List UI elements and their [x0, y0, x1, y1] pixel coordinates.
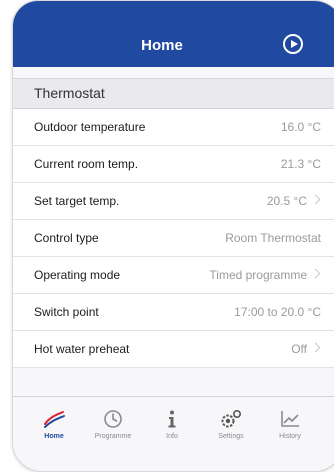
tab-label: Home [44, 433, 64, 440]
row-set-target-temp[interactable]: Set target temp. 20.5 °C [13, 183, 334, 220]
row-value: 16.0 °C [280, 120, 321, 134]
gears-icon [221, 409, 242, 428]
row-control-type: Control type Room Thermostat [13, 220, 334, 257]
tab-home[interactable]: Home [29, 409, 79, 440]
row-label: Operating mode [34, 268, 121, 282]
row-value: 20.5 °C [266, 194, 307, 208]
row-value: Timed programme [209, 268, 307, 282]
row-value: Room Thermostat [225, 231, 321, 245]
tab-settings[interactable]: Settings [206, 409, 256, 440]
section-title: Thermostat [34, 85, 105, 101]
tab-label: Programme [94, 433, 132, 440]
chevron-right-icon [310, 342, 321, 353]
row-value: Off [291, 342, 307, 356]
settings-list: Outdoor temperature 16.0 °C Current room… [13, 109, 334, 368]
app-screen: Home Thermostat Outdoor temperature 16.0… [12, 0, 334, 472]
row-value: 21.3 °C [280, 157, 321, 171]
row-hot-water-preheat[interactable]: Hot water preheat Off [13, 331, 334, 368]
navigation-bar: Home [13, 1, 334, 67]
section-header-thermostat: Thermostat [13, 78, 334, 109]
flame-lines-icon [44, 411, 65, 428]
chevron-right-icon [310, 194, 321, 205]
row-value: 17:00 to 20.0 °C [234, 305, 321, 319]
tab-label: History [279, 433, 301, 440]
row-label: Hot water preheat [34, 342, 130, 356]
info-icon [168, 410, 176, 428]
tab-label: Info [166, 433, 178, 440]
tab-info[interactable]: Info [147, 409, 197, 440]
tab-label: Settings [218, 433, 244, 440]
row-label: Outdoor temperature [34, 120, 146, 134]
row-switch-point: Switch point 17:00 to 20.0 °C [13, 294, 334, 331]
tab-programme[interactable]: Programme [88, 409, 138, 440]
play-icon [291, 40, 298, 48]
clock-icon [104, 410, 122, 428]
tab-bar: Home Programme Info Settings History [13, 397, 334, 457]
row-label: Current room temp. [34, 157, 139, 171]
row-operating-mode[interactable]: Operating mode Timed programme [13, 257, 334, 294]
row-current-room-temp: Current room temp. 21.3 °C [13, 146, 334, 183]
chevron-right-icon [310, 268, 321, 279]
row-outdoor-temperature: Outdoor temperature 16.0 °C [13, 109, 334, 146]
chart-icon [281, 411, 299, 427]
tab-history[interactable]: History [265, 409, 315, 440]
row-label: Control type [34, 231, 99, 245]
row-label: Switch point [34, 305, 99, 319]
row-label: Set target temp. [34, 194, 120, 208]
play-button[interactable] [283, 34, 303, 54]
